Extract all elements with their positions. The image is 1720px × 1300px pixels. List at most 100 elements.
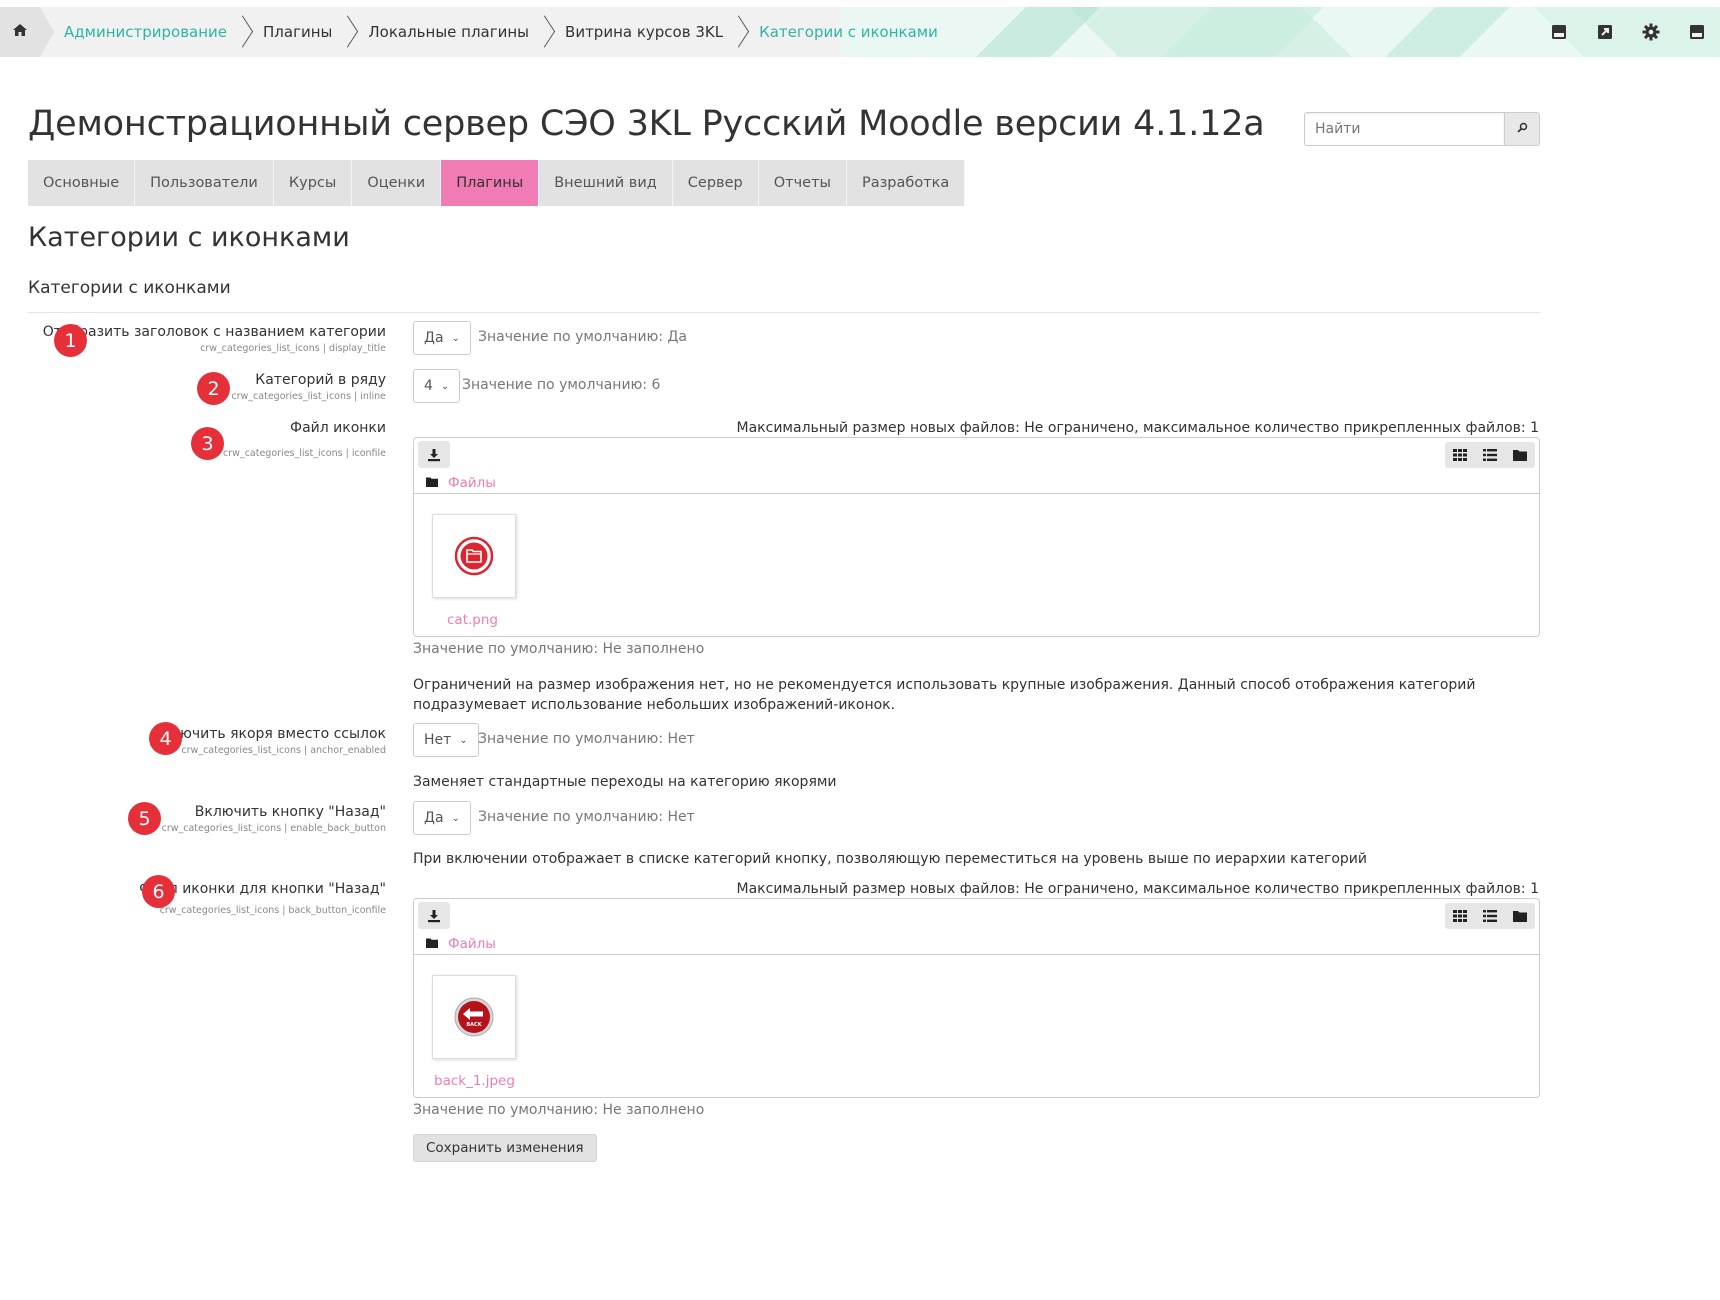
tab-grades[interactable]: Оценки [352, 160, 442, 206]
setting-title: Включить кнопку "Назад" [194, 804, 386, 820]
setting-title: Отобразить заголовок с названием категор… [42, 324, 386, 340]
tab-plugins[interactable]: Плагины [441, 160, 540, 206]
file-thumbnail[interactable] [432, 514, 516, 598]
file-name-link[interactable]: back_1.jpeg [434, 1073, 515, 1089]
breadcrumb-item-administration[interactable]: Администрирование [64, 23, 227, 41]
admin-tabs: Основные Пользователи Курсы Оценки Плаги… [28, 160, 966, 206]
file-manager-toolbar: Файлы [414, 899, 1539, 955]
tab-server[interactable]: Сервер [672, 160, 759, 206]
file-manager-path: Файлы [426, 475, 496, 491]
folder-icon[interactable] [1505, 903, 1535, 929]
setting-default: Значение по умолчанию: Нет [478, 731, 695, 747]
download-button[interactable] [418, 902, 450, 929]
download-button[interactable] [418, 441, 450, 468]
tab-users[interactable]: Пользователи [135, 160, 274, 206]
search-button[interactable] [1504, 112, 1540, 146]
setting-default: Значение по умолчанию: Не заполнено [413, 641, 705, 657]
view-switcher [1445, 442, 1535, 468]
setting-key: crw_categories_list_icons | anchor_enabl… [181, 745, 386, 756]
setting-default: Значение по умолчанию: Не заполнено [413, 1102, 705, 1118]
save-changes-button[interactable]: Сохранить изменения [413, 1134, 597, 1162]
setting-label-iconfile: Файл иконки crw_categories_list_icons | … [223, 420, 386, 459]
folder-icon [426, 476, 438, 490]
home-button[interactable] [0, 7, 54, 57]
annotation-badge: 1 [54, 324, 87, 357]
file-limits: Максимальный размер новых файлов: Не огр… [736, 420, 1539, 436]
navbar-actions [1536, 7, 1720, 57]
grid-icon[interactable] [1445, 903, 1475, 929]
select-value: Да [424, 810, 444, 826]
tab-general[interactable]: Основные [28, 160, 136, 206]
setting-key: crw_categories_list_icons | back_button_… [159, 905, 386, 916]
breadcrumb-item-icon-categories[interactable]: Категории с иконками [759, 23, 938, 41]
search-icon [1516, 122, 1528, 136]
breadcrumb-separator [239, 17, 251, 47]
view-switcher [1445, 903, 1535, 929]
file-manager-back-iconfile: Файлы BACK back_1.jpeg [413, 898, 1540, 1098]
file-manager-path: Файлы [426, 936, 496, 952]
file-manager-content: BACK back_1.jpeg [414, 955, 1539, 1097]
annotation-badge: 5 [128, 802, 161, 835]
grid-icon[interactable] [1445, 442, 1475, 468]
breadcrumb: Администрирование Плагины Локальные плаг… [64, 7, 938, 57]
save-icon[interactable] [1536, 7, 1582, 57]
breadcrumb-separator [344, 17, 356, 47]
setting-title: Категорий в ряду [255, 372, 386, 388]
setting-label-back-iconfile: Файл иконки для кнопки "Назад" crw_categ… [139, 881, 386, 916]
tab-reports[interactable]: Отчеты [758, 160, 847, 206]
file-thumbnail[interactable]: BACK [432, 975, 516, 1059]
setting-key: crw_categories_list_icons | enable_back_… [161, 823, 386, 834]
setting-description: Заменяет стандартные переходы на категор… [413, 774, 837, 790]
setting-default: Значение по умолчанию: Нет [478, 809, 695, 825]
page-heading: Категории с иконками [28, 222, 350, 253]
setting-label-back-button: Включить кнопку "Назад" crw_categories_l… [162, 804, 386, 834]
annotation-badge: 3 [191, 427, 224, 460]
save-icon-2[interactable] [1674, 7, 1720, 57]
setting-title: Файл иконки для кнопки "Назад" [139, 881, 386, 897]
breadcrumb-item-local-plugins[interactable]: Локальные плагины [368, 23, 529, 41]
tab-development[interactable]: Разработка [846, 160, 966, 206]
file-manager-iconfile: Файлы cat.png [413, 437, 1540, 637]
list-icon[interactable] [1475, 442, 1505, 468]
select-value: Нет [424, 732, 452, 748]
folder-link[interactable]: Файлы [448, 475, 496, 491]
breadcrumb-item-plugins[interactable]: Плагины [263, 23, 332, 41]
file-manager-toolbar: Файлы [414, 438, 1539, 494]
setting-title: Файл иконки [290, 420, 386, 436]
setting-description: При включении отображает в списке катего… [413, 851, 1367, 867]
breadcrumb-item-course-showcase[interactable]: Витрина курсов 3KL [565, 23, 723, 41]
file-manager-content: cat.png [414, 494, 1539, 636]
display-title-select[interactable]: Да ⌄ [413, 321, 471, 355]
list-icon[interactable] [1475, 903, 1505, 929]
back-icon-label: BACK [466, 1022, 482, 1028]
search-input[interactable] [1304, 112, 1504, 146]
setting-label-display-title: Отобразить заголовок с названием категор… [43, 324, 386, 354]
site-title: Демонстрационный сервер СЭО 3KL Русский … [28, 104, 1265, 144]
breadcrumb-separator [541, 17, 553, 47]
file-limits: Максимальный размер новых файлов: Не огр… [736, 881, 1539, 897]
chevron-down-icon: ⌄ [459, 734, 468, 746]
section-heading: Категории с иконками [28, 278, 231, 298]
gear-icon[interactable] [1628, 7, 1674, 57]
setting-label-anchor: Включить якоря вместо ссылок crw_categor… [153, 726, 386, 756]
section-divider [28, 312, 1540, 313]
chevron-down-icon: ⌄ [440, 380, 450, 392]
folder-link[interactable]: Файлы [448, 936, 496, 952]
setting-title: Включить якоря вместо ссылок [153, 726, 386, 742]
share-icon[interactable] [1582, 7, 1628, 57]
annotation-badge: 2 [197, 372, 230, 405]
anchor-enabled-select[interactable]: Нет ⌄ [413, 723, 479, 757]
inline-count-select[interactable]: 4 ⌄ [413, 369, 461, 403]
select-value: 4 [424, 378, 433, 394]
top-navbar: Администрирование Плагины Локальные плаг… [0, 7, 1720, 57]
tab-appearance[interactable]: Внешний вид [539, 160, 673, 206]
folder-icon[interactable] [1505, 442, 1535, 468]
setting-description: Ограничений на размер изображения нет, н… [413, 677, 1476, 713]
file-name-link[interactable]: cat.png [447, 612, 498, 628]
select-value: Да [424, 330, 444, 346]
folder-icon [426, 937, 438, 951]
search-form [1304, 112, 1540, 146]
enable-back-button-select[interactable]: Да ⌄ [413, 801, 471, 835]
tab-courses[interactable]: Курсы [273, 160, 353, 206]
category-file-icon [454, 536, 494, 576]
